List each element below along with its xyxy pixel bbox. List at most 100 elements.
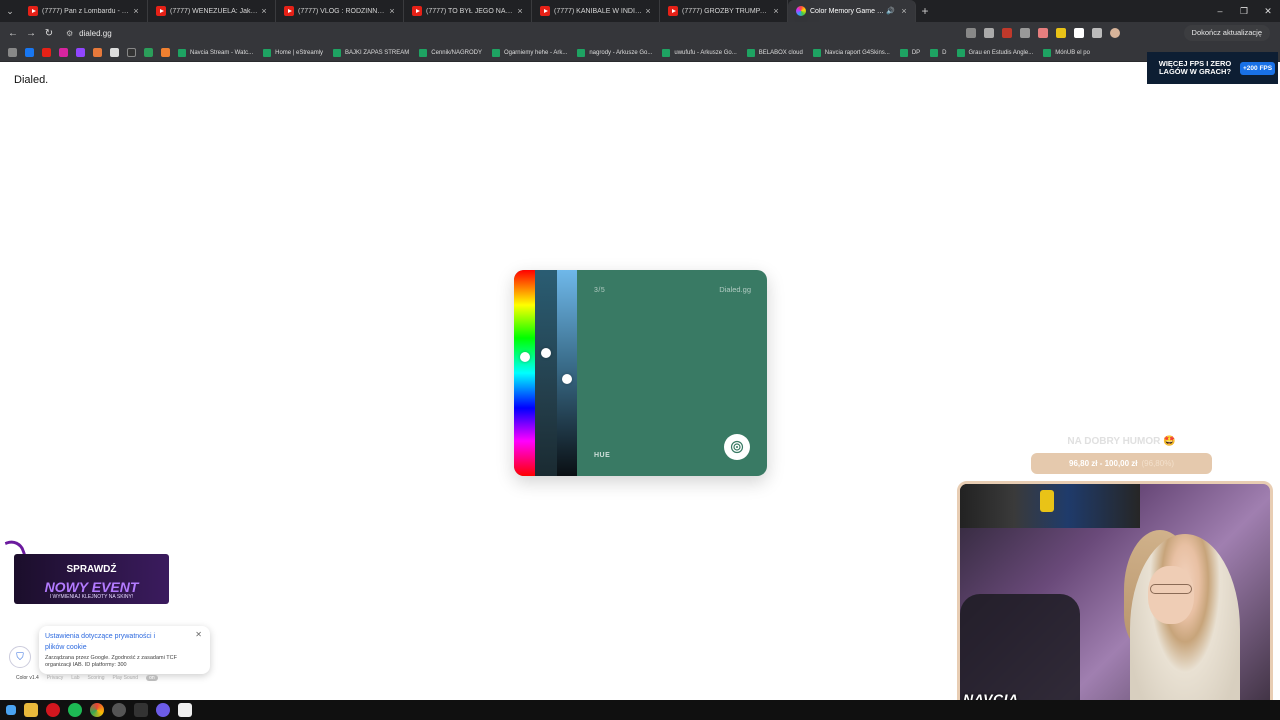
back-icon[interactable]: ← bbox=[4, 28, 22, 39]
app-icon[interactable] bbox=[178, 703, 192, 717]
window-controls: – ❐ ✕ bbox=[1208, 0, 1280, 22]
url-field[interactable]: ⚙ dialed.gg bbox=[66, 25, 956, 41]
browser-tab[interactable]: (7777) Pan z Lombardu - YouTube× bbox=[20, 0, 148, 22]
app-icon[interactable] bbox=[112, 703, 126, 717]
sound-toggle[interactable]: on bbox=[146, 675, 158, 681]
terminal-icon[interactable] bbox=[134, 703, 148, 717]
close-tab-icon[interactable]: × bbox=[131, 6, 141, 16]
tab-title: (7777) Pan z Lombardu - YouTube bbox=[42, 7, 131, 15]
bookmark-label: uwufufu - Arkusze Go... bbox=[674, 49, 737, 56]
windows-start-icon[interactable] bbox=[6, 705, 16, 715]
bookmark-item[interactable]: Ogarniemy hehe - Ark... bbox=[491, 48, 567, 57]
url-text: dialed.gg bbox=[79, 28, 112, 38]
extension-icon[interactable] bbox=[1038, 28, 1048, 38]
bookmark-item[interactable]: Cennik/NAGRODY bbox=[419, 48, 482, 57]
youtube-icon[interactable] bbox=[42, 48, 51, 57]
extensions bbox=[966, 28, 1120, 38]
footer-link-play-sound[interactable]: Play Sound bbox=[113, 675, 139, 681]
tab-bar: ⌄ (7777) Pan z Lombardu - YouTube×(7777)… bbox=[0, 0, 1280, 22]
bookmark-label: Grau en Estudis Angle... bbox=[968, 49, 1034, 56]
file-explorer-icon[interactable] bbox=[24, 703, 38, 717]
close-tab-icon[interactable]: × bbox=[643, 6, 653, 16]
footer-link-privacy[interactable]: Privacy bbox=[47, 675, 63, 681]
tiktok-icon[interactable] bbox=[127, 48, 136, 57]
forward-icon[interactable]: → bbox=[22, 28, 40, 39]
obs-icon[interactable] bbox=[156, 703, 170, 717]
site-footer: Color v1.4 Privacy Lab Scoring Play Soun… bbox=[16, 675, 158, 681]
apps-icon[interactable] bbox=[8, 48, 17, 57]
extension-icon[interactable] bbox=[1056, 28, 1066, 38]
site-info-icon[interactable]: ⚙ bbox=[66, 29, 73, 38]
minimize-icon[interactable]: – bbox=[1208, 0, 1232, 22]
close-window-icon[interactable]: ✕ bbox=[1256, 0, 1280, 22]
bookmark-item[interactable]: MónUB el po bbox=[1043, 48, 1090, 57]
new-tab-button[interactable]: + bbox=[916, 4, 934, 18]
bookmark-item[interactable]: D bbox=[930, 48, 947, 57]
bookmark-icon[interactable] bbox=[93, 48, 102, 57]
donation-percent: (96,80%) bbox=[1141, 459, 1174, 468]
instagram-icon[interactable] bbox=[59, 48, 68, 57]
speaker-icon[interactable]: 🔊 bbox=[886, 7, 895, 15]
bookmark-item[interactable]: Navcia raport G4Skins... bbox=[812, 48, 890, 57]
extension-icon[interactable] bbox=[1074, 28, 1084, 38]
bookmark-item[interactable]: DP bbox=[899, 48, 920, 57]
youtube-icon bbox=[28, 6, 38, 16]
cast-icon[interactable] bbox=[966, 28, 976, 38]
opera-icon[interactable] bbox=[46, 703, 60, 717]
browser-tab[interactable]: Color Memory Game — How🔊 × bbox=[788, 0, 916, 22]
browser-tab[interactable]: (7777) KANIBALE W INDIACH - D× bbox=[532, 0, 660, 22]
tab-search-icon[interactable]: ⌄ bbox=[0, 6, 20, 17]
fps-ad-banner[interactable]: WIĘCEJ FPS I ZERO LAGÓW W GRACH? +200 FP… bbox=[1147, 52, 1278, 84]
x-icon[interactable] bbox=[110, 48, 119, 57]
cookie-heading[interactable]: Ustawienia dotyczące prywatności i plikó… bbox=[45, 631, 175, 653]
version-label: Color v1.4 bbox=[16, 675, 39, 681]
reload-icon[interactable]: ↻ bbox=[40, 28, 58, 39]
event-banner[interactable]: SPRAWDŹ NOWY EVENT I WYMIENIAJ KLEJNOTY … bbox=[14, 554, 169, 604]
hue-slider[interactable] bbox=[514, 270, 535, 476]
site-logo[interactable]: Dialed. bbox=[14, 74, 48, 86]
bookmark-item[interactable]: Navcia Stream - Watc... bbox=[178, 48, 253, 57]
close-tab-icon[interactable]: × bbox=[899, 6, 909, 16]
bookmark-item[interactable]: uwufufu - Arkusze Go... bbox=[662, 48, 737, 57]
bookmark-item[interactable]: nagrody - Arkusze Go... bbox=[577, 48, 652, 57]
saturation-slider[interactable] bbox=[535, 270, 557, 476]
update-button[interactable]: Dokończ aktualizację bbox=[1183, 25, 1270, 41]
close-icon[interactable]: ✕ bbox=[195, 630, 202, 639]
bookmark-item[interactable]: BAJKI ZAPAS STREAM bbox=[333, 48, 409, 57]
extension-icon[interactable] bbox=[1020, 28, 1030, 38]
brightness-slider-handle[interactable] bbox=[562, 373, 572, 384]
submit-button[interactable] bbox=[724, 434, 750, 460]
spotify-icon[interactable] bbox=[68, 703, 82, 717]
profile-avatar[interactable] bbox=[1110, 28, 1120, 38]
close-tab-icon[interactable]: × bbox=[515, 6, 525, 16]
close-tab-icon[interactable]: × bbox=[259, 6, 269, 16]
youtube-icon bbox=[156, 6, 166, 16]
close-tab-icon[interactable]: × bbox=[771, 6, 781, 16]
taskbar bbox=[0, 700, 1280, 720]
restore-icon[interactable]: ❐ bbox=[1232, 0, 1256, 22]
address-bar-row: ← → ↻ ⚙ dialed.gg Dokończ aktualizację bbox=[0, 22, 1280, 44]
bookmark-icon[interactable] bbox=[144, 48, 153, 57]
bookmark-icon bbox=[899, 48, 908, 57]
footer-link-lab[interactable]: Lab bbox=[71, 675, 79, 681]
bookmark-item[interactable]: BELABOX cloud bbox=[746, 48, 803, 57]
extension-icon[interactable] bbox=[1002, 28, 1012, 38]
chrome-icon[interactable] bbox=[90, 703, 104, 717]
bookmark-icon[interactable] bbox=[161, 48, 170, 57]
twitch-icon[interactable] bbox=[76, 48, 85, 57]
browser-tab[interactable]: (7777) TO BYŁ JEGO NAJGORSZY× bbox=[404, 0, 532, 22]
close-tab-icon[interactable]: × bbox=[387, 6, 397, 16]
bookmark-item[interactable]: Home | eStreamly bbox=[263, 48, 323, 57]
browser-tab[interactable]: (7777) GROŹBY TRUMPA WSTRZĄ× bbox=[660, 0, 788, 22]
youtube-icon bbox=[540, 6, 550, 16]
game-title: Dialed.gg bbox=[719, 285, 751, 294]
puzzle-icon[interactable] bbox=[1092, 28, 1102, 38]
browser-tab[interactable]: (7777) WENEZUELA: Jak bardzo je× bbox=[148, 0, 276, 22]
bookmark-item[interactable]: Grau en Estudis Angle... bbox=[956, 48, 1034, 57]
footer-link-scoring[interactable]: Scoring bbox=[88, 675, 105, 681]
facebook-icon[interactable] bbox=[25, 48, 34, 57]
star-icon[interactable] bbox=[984, 28, 994, 38]
bookmark-icon bbox=[333, 48, 342, 57]
privacy-shield-icon[interactable]: ⛉ bbox=[9, 646, 31, 668]
browser-tab[interactable]: (7777) VLOG : RODZINNY DZIEŃ× bbox=[276, 0, 404, 22]
